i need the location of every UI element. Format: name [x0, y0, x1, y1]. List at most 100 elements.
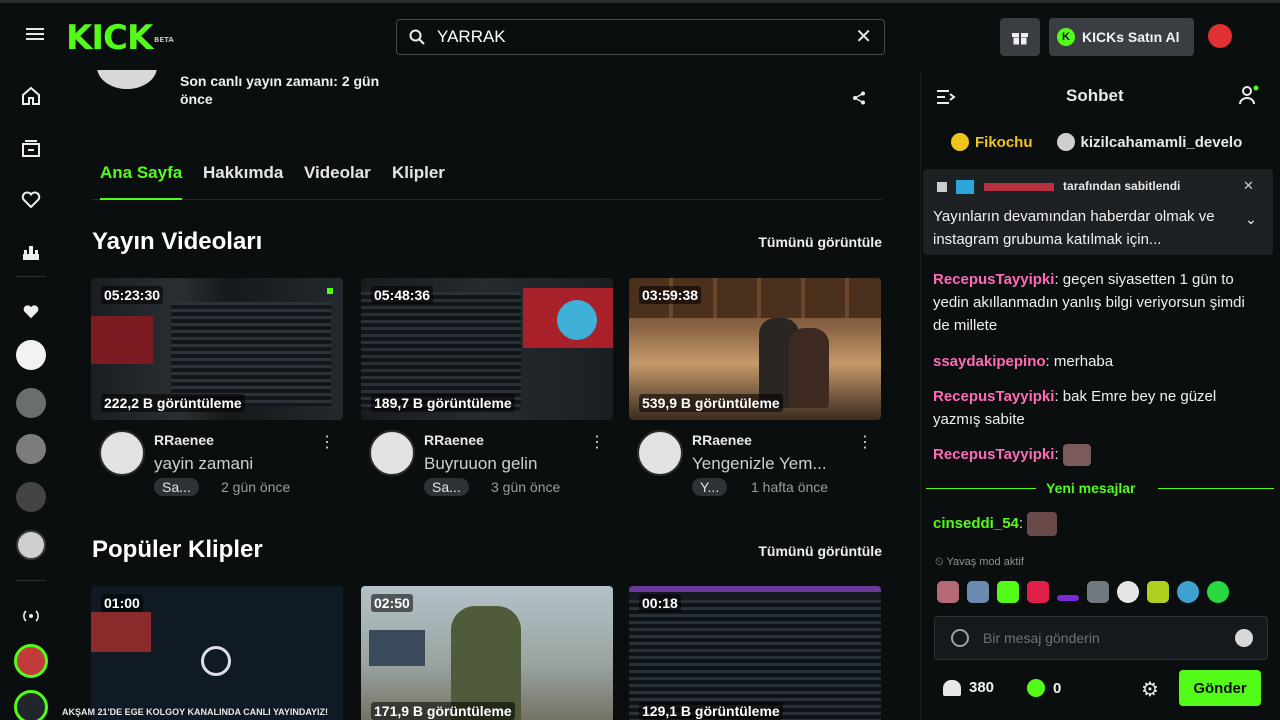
channel-avatar[interactable] — [16, 434, 46, 464]
chat-input[interactable] — [983, 627, 1223, 649]
chat-username[interactable]: cinseddi_54 — [933, 515, 1019, 532]
pinned-message[interactable]: tarafından sabitlendi ✕ Yayınların devam… — [923, 169, 1273, 255]
chat-message: RecepusTayyipki: — [933, 443, 1258, 467]
tab-about[interactable]: Hakkımda — [203, 162, 283, 200]
emote-icon[interactable] — [1207, 581, 1229, 603]
followed-heart-icon[interactable] — [19, 300, 43, 324]
channel-avatar[interactable] — [16, 340, 46, 370]
emote-icon[interactable] — [1117, 581, 1139, 603]
user-avatar[interactable] — [1208, 24, 1232, 48]
unpin-icon[interactable]: ✕ — [1243, 178, 1254, 194]
clip-card[interactable]: 00:18 129,1 B görüntüleme — [629, 586, 881, 720]
gifter-name[interactable]: Fikochu — [975, 134, 1033, 151]
video-age: 1 hafta önce — [751, 479, 829, 495]
emote-icon[interactable] — [997, 581, 1019, 603]
more-options-icon[interactable]: ⋮ — [319, 432, 335, 452]
channel-avatar[interactable] — [637, 430, 683, 476]
profile-tabs: Ana Sayfa Hakkımda Videolar Klipler — [92, 162, 882, 200]
clip-card[interactable]: 02:50 171,9 B görüntüleme — [361, 586, 613, 720]
channel-avatar[interactable] — [99, 430, 145, 476]
emote-icon[interactable] — [1027, 581, 1049, 603]
gift-button[interactable] — [1000, 18, 1040, 56]
gifter-name[interactable]: kizilcahamamli_develo — [1081, 134, 1243, 151]
video-title[interactable]: yayin zamani — [154, 454, 334, 474]
emote-bar — [937, 580, 1267, 604]
video-thumbnail[interactable]: 05:23:30 222,2 B görüntüleme — [91, 278, 343, 420]
emote-icon[interactable] — [937, 581, 959, 603]
chat-input-box[interactable] — [934, 616, 1268, 660]
video-title[interactable]: Yengenizle Yem... — [692, 454, 872, 474]
video-card[interactable]: 03:59:38 539,9 B görüntüleme RRaenee ⋮ Y… — [629, 278, 881, 504]
clip-thumbnail[interactable]: 02:50 171,9 B görüntüleme — [361, 586, 613, 720]
hamburger-menu-icon[interactable] — [22, 25, 48, 47]
channel-name[interactable]: RRaenee — [424, 432, 484, 448]
chat-username[interactable]: ssaydakipepino — [933, 353, 1046, 370]
clip-thumbnail[interactable]: 01:00 — [91, 586, 343, 720]
left-sidebar — [0, 70, 62, 720]
chat-settings-icon[interactable]: ⚙ — [1141, 677, 1159, 702]
emote-icon[interactable] — [1177, 581, 1199, 603]
emote-icon[interactable] — [967, 581, 989, 603]
chat-title: Sohbet — [1066, 86, 1124, 105]
category-tag[interactable]: Sa... — [424, 478, 469, 496]
search-bar[interactable]: ✕ — [396, 19, 885, 55]
emote-picker-icon[interactable] — [951, 629, 969, 647]
emoji-icon[interactable] — [1235, 629, 1253, 647]
video-thumbnail[interactable]: 05:48:36 189,7 B görüntüleme — [361, 278, 613, 420]
share-icon[interactable] — [852, 91, 866, 105]
more-options-icon[interactable]: ⋮ — [589, 432, 605, 452]
kick-logo[interactable]: KICK BETA — [66, 18, 174, 58]
search-input[interactable] — [437, 25, 837, 49]
emote-icon[interactable] — [1057, 595, 1079, 601]
clip-duration: 01:00 — [101, 594, 143, 612]
expand-chevron-icon[interactable]: ⌄ — [1245, 211, 1257, 228]
tab-videos[interactable]: Videolar — [304, 162, 371, 200]
chat-users-icon[interactable] — [1239, 84, 1261, 106]
viewer-count-text: 380 — [969, 679, 995, 696]
video-card[interactable]: 05:23:30 222,2 B görüntüleme RRaenee ⋮ y… — [91, 278, 343, 504]
video-title[interactable]: Buyruuon gelin — [424, 454, 604, 474]
tab-home[interactable]: Ana Sayfa — [100, 162, 183, 200]
top-gifters: Fikochu kizilcahamamli_develo — [951, 130, 1280, 154]
channel-name[interactable]: RRaenee — [154, 432, 214, 448]
video-card[interactable]: 05:48:36 189,7 B görüntüleme RRaenee ⋮ B… — [361, 278, 613, 504]
emote-icon[interactable] — [1087, 581, 1109, 603]
clips-see-all-link[interactable]: Tümünü görüntüle — [692, 543, 882, 559]
collapse-chat-icon[interactable] — [935, 86, 957, 108]
channel-avatar[interactable] — [16, 482, 46, 512]
chat-emote — [1027, 512, 1058, 537]
emote-icon[interactable] — [1147, 581, 1169, 603]
live-broadcast-icon[interactable] — [19, 604, 43, 628]
videos-see-all-link[interactable]: Tümünü görüntüle — [692, 234, 882, 250]
buy-kicks-button[interactable]: K KICKs Satın Al — [1049, 18, 1194, 56]
chat-username[interactable]: RecepusTayyipki — [933, 271, 1054, 288]
chat-username[interactable]: RecepusTayyipki — [933, 446, 1054, 463]
clip-card[interactable]: 01:00 — [91, 586, 343, 720]
leaderboard-icon[interactable] — [19, 240, 43, 264]
channel-avatar[interactable] — [14, 644, 48, 678]
channel-avatar[interactable] — [16, 388, 46, 418]
chat-message: cinseddi_54: — [933, 512, 1258, 537]
channel-avatar[interactable] — [16, 530, 46, 560]
chat-username[interactable]: RecepusTayyipki — [933, 388, 1054, 405]
category-tag[interactable]: Y... — [692, 478, 728, 496]
main-content: Son canlı yayın zamanı: 2 gün önce Ana S… — [62, 70, 920, 720]
home-icon[interactable] — [19, 84, 43, 108]
more-options-icon[interactable]: ⋮ — [857, 432, 873, 452]
video-duration: 03:59:38 — [639, 286, 702, 304]
category-tag[interactable]: Sa... — [154, 478, 199, 496]
clip-thumbnail[interactable]: 00:18 129,1 B görüntüleme — [629, 586, 881, 720]
clear-search-icon[interactable]: ✕ — [855, 26, 872, 48]
video-thumbnail[interactable]: 03:59:38 539,9 B görüntüleme — [629, 278, 881, 420]
chat-message: ssaydakipepino: merhaba — [933, 350, 1258, 373]
gift-icon — [1012, 33, 1028, 45]
tab-clips[interactable]: Klipler — [392, 162, 445, 200]
following-heart-icon[interactable] — [19, 188, 43, 212]
send-button[interactable]: Gönder — [1179, 670, 1261, 706]
channel-name[interactable]: RRaenee — [692, 432, 752, 448]
channel-avatar[interactable] — [369, 430, 415, 476]
logo-text: KICK — [66, 18, 153, 58]
new-messages-divider: Yeni mesajlar — [926, 480, 1274, 496]
browse-icon[interactable] — [19, 136, 43, 160]
video-duration: 05:23:30 — [101, 286, 164, 304]
